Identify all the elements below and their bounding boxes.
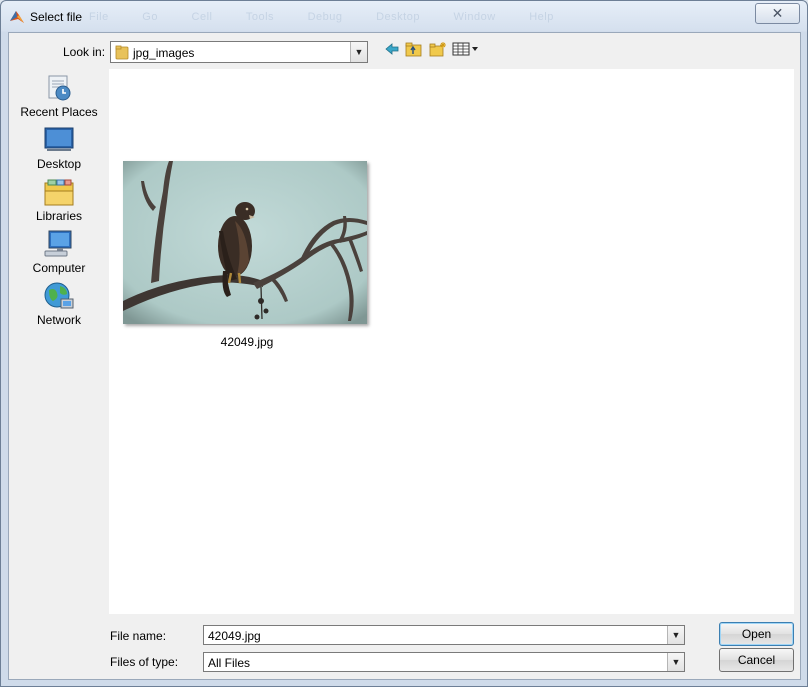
libraries-icon bbox=[44, 179, 74, 206]
place-label: Recent Places bbox=[20, 105, 98, 119]
desktop-icon bbox=[44, 127, 74, 151]
up-folder-icon bbox=[405, 42, 422, 57]
bg-menu-item: Tools bbox=[245, 11, 275, 23]
file-type-caption: Files of type: bbox=[110, 655, 179, 669]
file-name-label: 42049.jpg bbox=[220, 335, 274, 349]
file-name-value: 42049.jpg bbox=[208, 629, 261, 643]
look-in-label: Look in: bbox=[63, 45, 106, 59]
bg-menu-item: Help bbox=[529, 11, 554, 23]
file-list[interactable]: 42049.jpg bbox=[109, 69, 794, 614]
place-libraries[interactable]: Libraries bbox=[11, 177, 107, 223]
chevron-down-icon[interactable]: ▼ bbox=[667, 626, 684, 644]
view-menu-button[interactable] bbox=[451, 41, 481, 61]
bg-menu-item: Debug bbox=[307, 11, 343, 23]
bg-menu-item: Go bbox=[142, 11, 158, 23]
file-type-select[interactable]: All Files ▼ bbox=[203, 652, 685, 672]
view-menu-icon bbox=[452, 42, 478, 56]
network-icon bbox=[44, 282, 74, 309]
back-button[interactable] bbox=[381, 41, 403, 61]
up-folder-button[interactable] bbox=[403, 41, 425, 61]
recent-places-icon bbox=[48, 75, 71, 101]
matlab-icon bbox=[10, 11, 24, 23]
chevron-down-icon[interactable]: ▼ bbox=[350, 42, 367, 62]
place-label: Computer bbox=[32, 261, 86, 275]
back-arrow-icon bbox=[385, 43, 399, 55]
bg-menu-item: File bbox=[89, 11, 109, 23]
place-label: Network bbox=[36, 313, 81, 327]
window-title: Select file bbox=[30, 10, 83, 24]
title-bar[interactable]: Select file File Go Cell Tools Debug Des… bbox=[1, 1, 807, 33]
file-name-caption: File name: bbox=[110, 629, 167, 643]
folder-icon bbox=[115, 45, 129, 60]
place-computer[interactable]: Computer bbox=[11, 229, 107, 275]
place-label: Desktop bbox=[36, 157, 82, 171]
close-icon: ✕ bbox=[771, 5, 784, 21]
new-folder-button[interactable] bbox=[427, 41, 449, 61]
computer-icon bbox=[44, 230, 72, 257]
bg-menu-item: Desktop bbox=[376, 11, 420, 23]
file-name-field[interactable]: 42049.jpg ▼ bbox=[203, 625, 685, 645]
place-desktop[interactable]: Desktop bbox=[11, 125, 107, 171]
select-file-dialog: Select file File Go Cell Tools Debug Des… bbox=[0, 0, 808, 687]
chevron-down-icon[interactable]: ▼ bbox=[667, 653, 684, 671]
place-recent-places[interactable]: Recent Places bbox=[11, 73, 107, 119]
background-menu: File Go Cell Tools Debug Desktop Window … bbox=[89, 11, 584, 23]
cancel-button[interactable]: Cancel bbox=[719, 648, 794, 672]
places-bar: Recent Places Desktop Libraries Computer… bbox=[11, 69, 107, 369]
file-type-value: All Files bbox=[208, 656, 251, 670]
place-network[interactable]: Network bbox=[11, 281, 107, 327]
look-in-value: jpg_images bbox=[133, 46, 195, 60]
open-button[interactable]: Open bbox=[719, 622, 794, 646]
new-folder-icon bbox=[429, 42, 446, 57]
close-button[interactable]: ✕ bbox=[755, 3, 800, 24]
dialog-body: Look in: jpg_images ▼ Recent Places Desk… bbox=[8, 32, 801, 680]
place-label: Libraries bbox=[35, 209, 83, 223]
bg-menu-item: Window bbox=[453, 11, 496, 23]
look-in-dropdown[interactable]: jpg_images ▼ bbox=[110, 41, 368, 63]
bird-thumbnail bbox=[123, 161, 367, 324]
bg-menu-item: Cell bbox=[191, 11, 213, 23]
